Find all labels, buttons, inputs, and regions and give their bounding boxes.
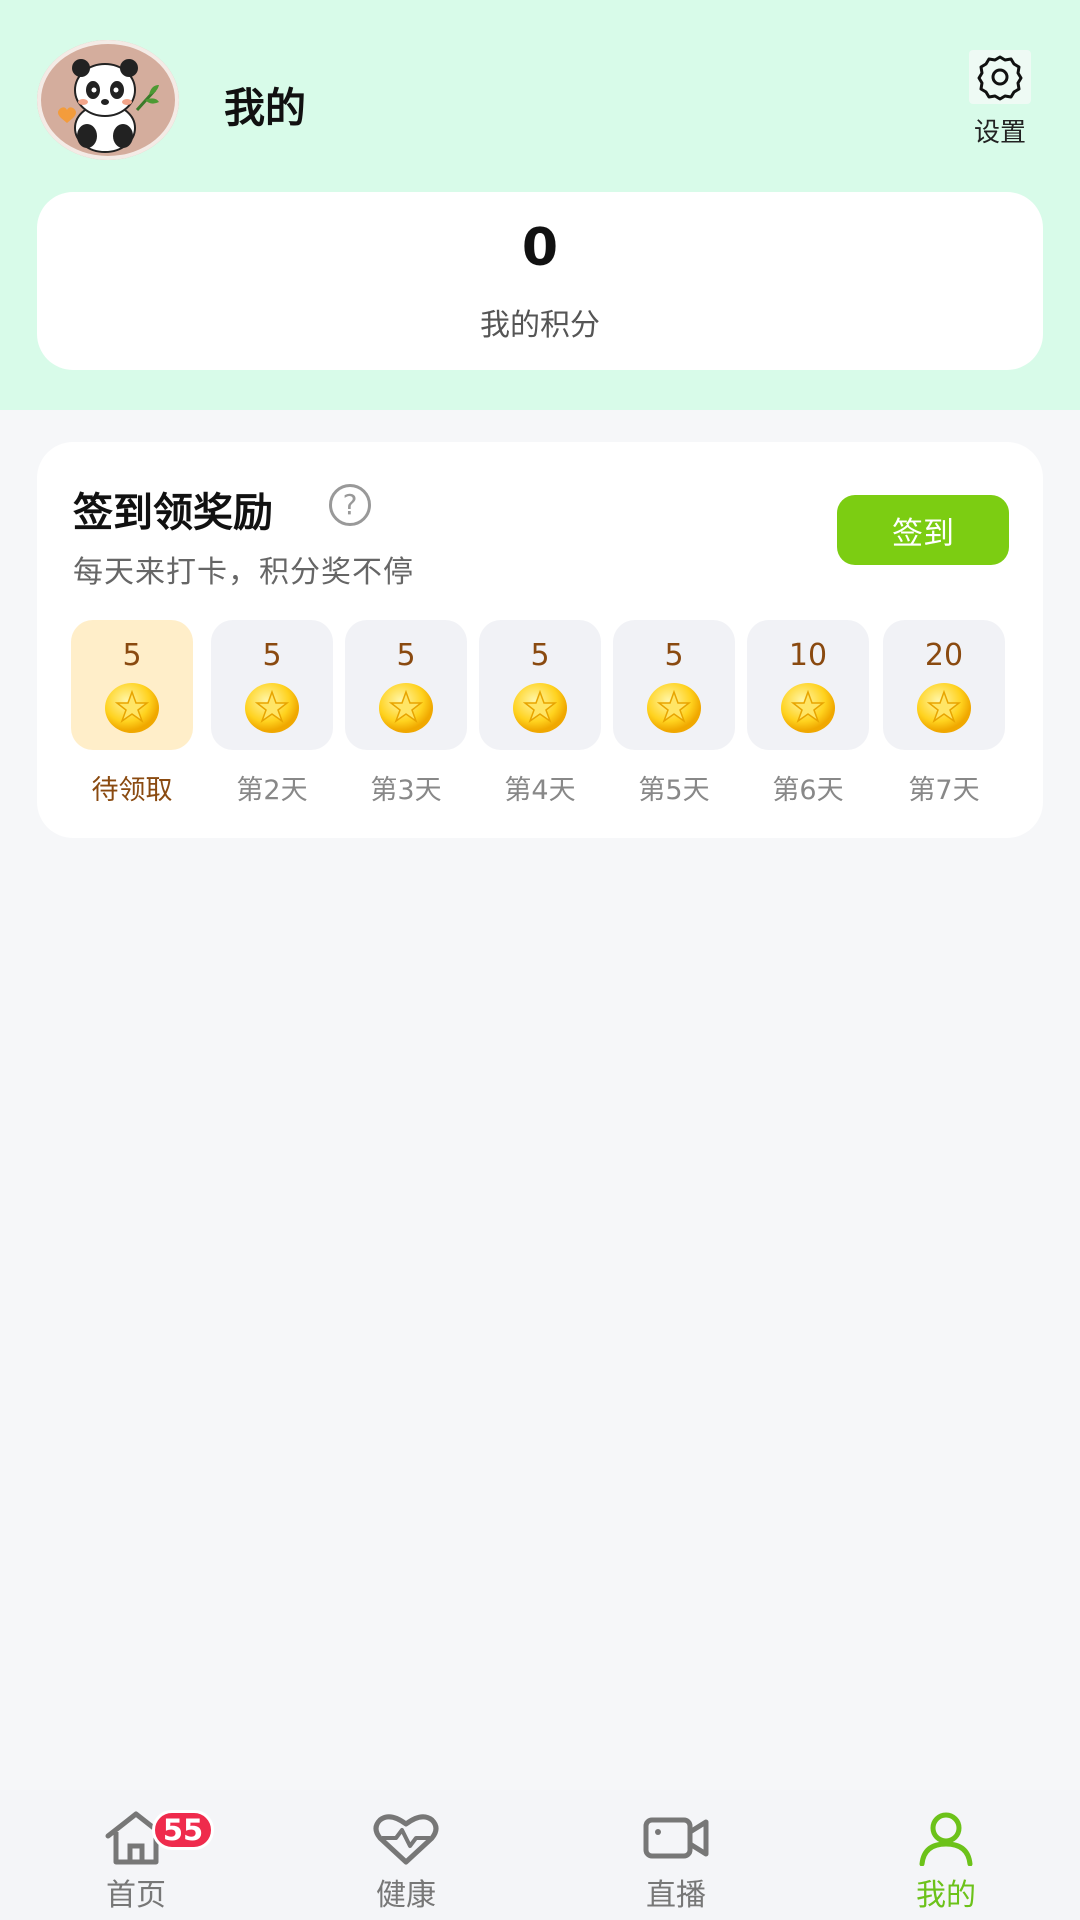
day-label: 第7天 (908, 775, 980, 806)
nav-item-health[interactable]: 健康 (326, 1790, 486, 1920)
video-camera-icon (643, 1817, 709, 1859)
profile-page: 我的 设置 0 我的积分 签到领奖励 ? 每天来打卡，积分奖不停 签到 5 待领取… (0, 0, 1080, 1920)
coin-icon (778, 680, 838, 736)
day-points: 10 (788, 638, 828, 673)
day-box: 5 (211, 620, 333, 750)
day-box: 10 (747, 620, 869, 750)
day-points: 5 (122, 638, 142, 673)
day-label: 第6天 (772, 775, 844, 806)
coin-icon (376, 680, 436, 736)
points-value: 0 (521, 218, 559, 278)
nav-item-live[interactable]: 直播 (596, 1790, 756, 1920)
nav-label-home: 首页 (106, 1878, 166, 1913)
page-title: 我的 (224, 84, 306, 132)
day-box: 5 (345, 620, 467, 750)
points-card[interactable]: 0 我的积分 (37, 192, 1043, 370)
day-points: 20 (924, 638, 964, 673)
day-points: 5 (530, 638, 550, 673)
day-label: 第5天 (638, 775, 710, 806)
day-label: 第4天 (504, 775, 576, 806)
checkin-button[interactable]: 签到 (837, 495, 1009, 565)
day-points: 5 (664, 638, 684, 673)
panda-avatar[interactable] (37, 40, 179, 160)
day-box: 5 (71, 620, 193, 750)
points-label: 我的积分 (480, 308, 600, 343)
coin-icon (644, 680, 704, 736)
checkin-title: 签到领奖励 (73, 490, 273, 536)
checkin-day-5[interactable]: 5 第5天 (613, 620, 735, 807)
day-box: 20 (883, 620, 1005, 750)
heart-pulse-icon (373, 1814, 439, 1865)
checkin-day-4[interactable]: 5 第4天 (479, 620, 601, 807)
day-label: 第2天 (236, 775, 308, 806)
settings-label: 设置 (973, 118, 1026, 148)
coin-icon (510, 680, 570, 736)
checkin-day-1[interactable]: 5 待领取 (71, 620, 193, 807)
checkin-subtitle: 每天来打卡，积分奖不停 (73, 555, 414, 590)
nav-item-home[interactable]: 55 首页 (56, 1790, 216, 1920)
nav-item-mine[interactable]: 我的 (866, 1790, 1026, 1920)
checkin-day-7[interactable]: 20 第7天 (883, 620, 1005, 807)
gear-icon[interactable] (969, 50, 1031, 104)
day-points: 5 (396, 638, 416, 673)
day-label: 待领取 (91, 775, 173, 806)
day-label: 第3天 (370, 775, 442, 806)
bottom-nav: 55 首页 健康 直播 我的 (0, 1790, 1080, 1920)
checkin-day-2[interactable]: 5 第2天 (211, 620, 333, 807)
day-box: 5 (613, 620, 735, 750)
coin-icon (242, 680, 302, 736)
checkin-card: 签到领奖励 ? 每天来打卡，积分奖不停 签到 5 待领取 5 第2天 5 第3天 5 第4天 5… (37, 442, 1043, 838)
question-icon[interactable]: ? (329, 484, 371, 526)
coin-icon (914, 680, 974, 736)
checkin-day-3[interactable]: 5 第3天 (345, 620, 467, 807)
nav-label-mine: 我的 (916, 1878, 976, 1913)
user-icon (919, 1812, 973, 1866)
checkin-day-6[interactable]: 10 第6天 (747, 620, 869, 807)
coin-icon (102, 680, 162, 736)
settings-button[interactable]: 设置 (960, 50, 1040, 150)
nav-label-health: 健康 (376, 1878, 436, 1913)
nav-label-live: 直播 (646, 1878, 706, 1913)
day-box: 5 (479, 620, 601, 750)
home-badge: 55 (152, 1810, 214, 1850)
day-points: 5 (262, 638, 282, 673)
